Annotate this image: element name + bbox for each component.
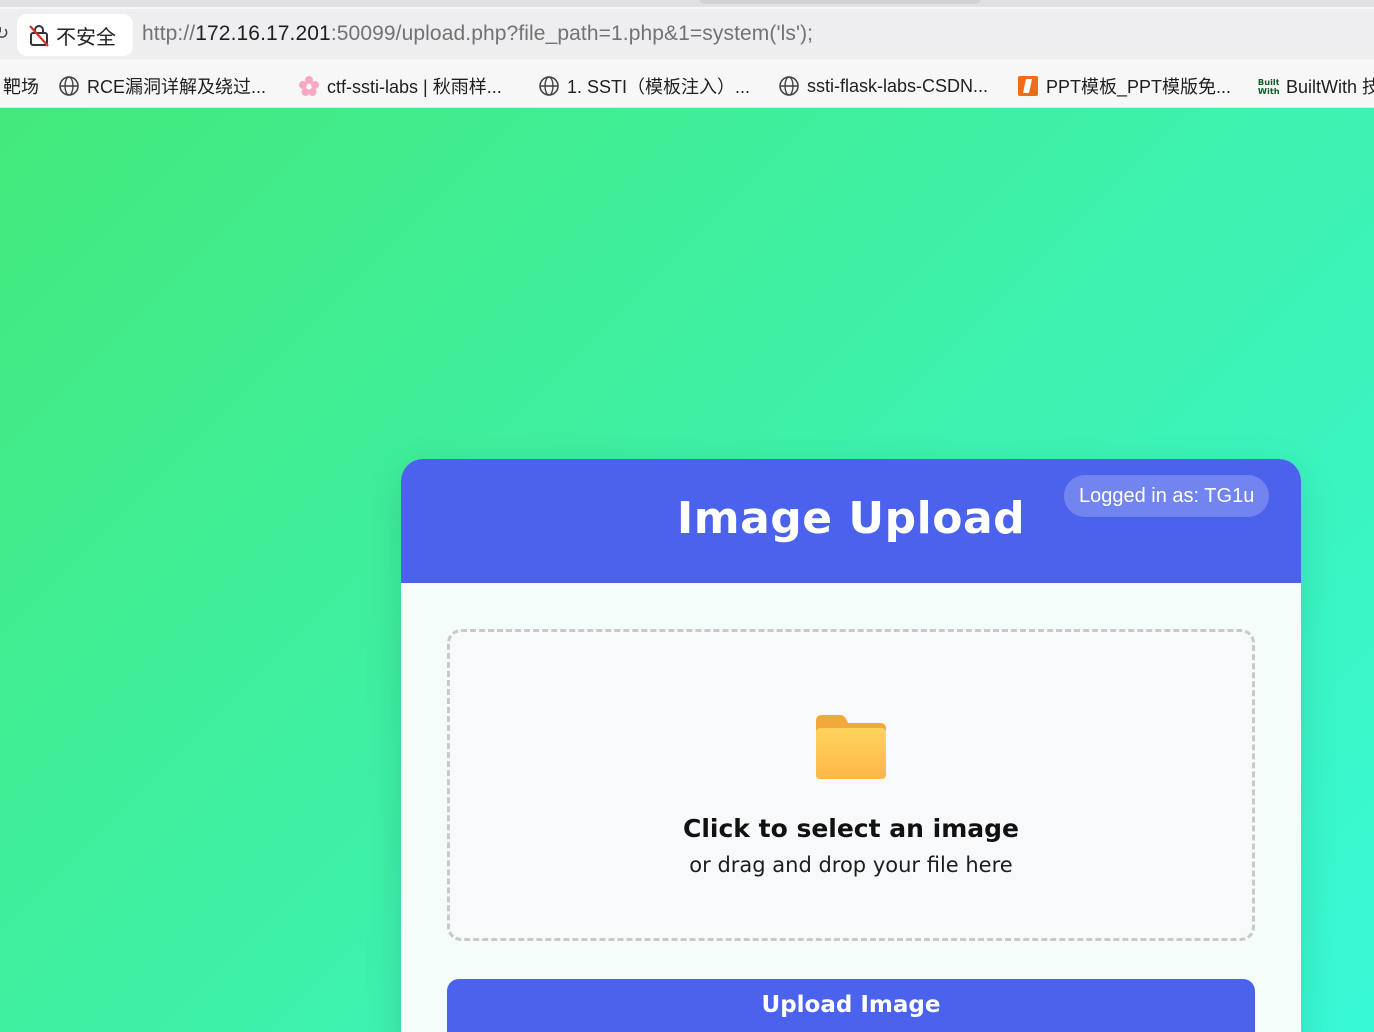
dropzone-secondary-text: or drag and drop your file here xyxy=(689,853,1013,877)
builtwith-icon: Built With xyxy=(1257,75,1279,97)
not-secure-lock-icon xyxy=(28,23,50,47)
reload-icon[interactable]: ↻ xyxy=(0,23,9,44)
url-path: :50099/upload.php?file_path=1.php&1=syst… xyxy=(330,22,814,45)
globe-icon xyxy=(538,75,560,97)
security-label: 不安全 xyxy=(56,24,116,49)
upload-card: Image Upload Logged in as: TG1u Click to… xyxy=(401,459,1301,1032)
page-background: Image Upload Logged in as: TG1u Click to… xyxy=(0,108,1374,1032)
bookmark-item[interactable]: Built With BuiltWith 技 xyxy=(1257,73,1374,99)
browser-chrome: ↻ 不安全 http://172.16.17.201:50099/upload.… xyxy=(0,0,1374,108)
user-badge: Logged in as: TG1u xyxy=(1064,475,1270,517)
globe-icon xyxy=(778,75,800,97)
bookmark-item[interactable]: ssti-flask-labs-CSDN... xyxy=(778,73,988,99)
globe-icon xyxy=(58,75,80,97)
bookmark-label: PPT模板_PPT模版免... xyxy=(1046,77,1232,97)
ppt-icon xyxy=(1017,75,1039,97)
url-prefix: http:// xyxy=(142,22,196,45)
bookmark-label: 靶场 xyxy=(3,77,39,97)
upload-image-button[interactable]: Upload Image xyxy=(447,979,1255,1032)
bookmarks-bar: 靶场 RCE漏洞详解及绕过... ctf-ssti-labs | 秋雨样... … xyxy=(0,62,1374,108)
security-indicator[interactable]: 不安全 xyxy=(17,14,133,56)
bookmark-label: RCE漏洞详解及绕过... xyxy=(87,77,267,97)
blossom-icon xyxy=(298,75,320,97)
active-tab[interactable] xyxy=(700,0,980,4)
url-text[interactable]: http://172.16.17.201:50099/upload.php?fi… xyxy=(142,22,813,46)
url-host: 172.16.17.201 xyxy=(195,22,331,45)
tab-strip xyxy=(0,0,1374,7)
bookmark-label: ctf-ssti-labs | 秋雨样... xyxy=(327,77,502,97)
dropzone-primary-text: Click to select an image xyxy=(682,814,1019,843)
bookmark-item[interactable]: ctf-ssti-labs | 秋雨样... xyxy=(298,73,502,99)
bookmark-label: ssti-flask-labs-CSDN... xyxy=(807,75,989,96)
file-dropzone[interactable]: Click to select an image or drag and dro… xyxy=(447,629,1255,941)
bookmark-item[interactable]: PPT模板_PPT模版免... xyxy=(1017,73,1231,99)
bookmark-item[interactable]: RCE漏洞详解及绕过... xyxy=(58,73,266,99)
card-header: Image Upload Logged in as: TG1u xyxy=(401,459,1301,583)
bookmark-label: 1. SSTI（模板注入）... xyxy=(567,77,751,97)
bookmark-item[interactable]: 1. SSTI（模板注入）... xyxy=(538,73,750,99)
bookmark-label: BuiltWith 技 xyxy=(1286,77,1374,97)
bookmark-item[interactable]: 靶场 xyxy=(3,73,39,99)
address-bar[interactable]: ↻ 不安全 http://172.16.17.201:50099/upload.… xyxy=(0,9,1374,59)
svg-text:With: With xyxy=(1258,86,1279,96)
folder-icon xyxy=(814,713,888,781)
